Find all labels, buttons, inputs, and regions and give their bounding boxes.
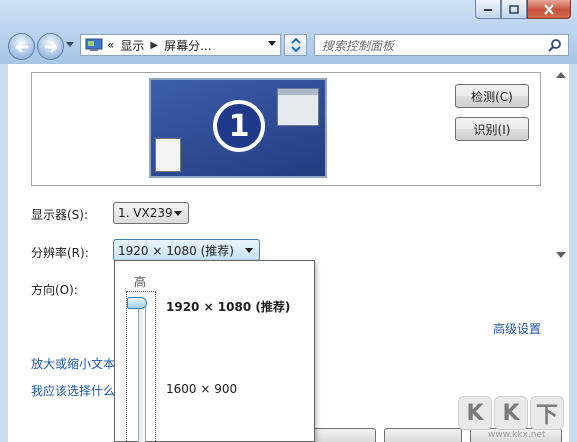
scroll-up-icon[interactable] [556, 72, 566, 78]
advanced-settings-link[interactable]: 高级设置 [493, 320, 541, 337]
refresh-icon [290, 38, 301, 52]
address-bar[interactable]: « 显示 ▶ 屏幕分... [80, 34, 281, 56]
search-icon[interactable] [548, 38, 562, 52]
resolution-option[interactable]: 1600 × 900 [166, 382, 237, 396]
breadcrumb-separator-icon[interactable]: ▶ [150, 40, 158, 51]
refresh-button[interactable] [284, 34, 307, 56]
monitor-thumbnail[interactable]: 1 [149, 78, 327, 178]
resolution-slider-popup: 高 1920 × 1080 (推荐) 1600 × 900 [114, 260, 315, 442]
close-button[interactable] [527, 0, 571, 19]
address-dropdown-icon[interactable] [268, 41, 276, 47]
watermark-letter: K [494, 396, 528, 430]
history-dropdown-icon[interactable] [66, 42, 74, 48]
close-icon [544, 3, 554, 15]
watermark-letter: K [458, 396, 492, 430]
maximize-icon [509, 4, 519, 14]
site-watermark-logo: K K 下 www.kkx.net [458, 386, 574, 440]
resolution-option[interactable]: 1920 × 1080 (推荐) [166, 298, 290, 315]
slider-thumb[interactable] [127, 297, 147, 309]
breadcrumb-overflow[interactable]: « [107, 38, 114, 52]
scroll-down-icon[interactable] [556, 252, 566, 258]
display-select[interactable]: 1. VX239 [113, 202, 189, 224]
text-size-link[interactable]: 放大或缩小文本 [31, 355, 115, 372]
display-select-value: 1. VX239 [118, 206, 173, 220]
chevron-down-icon [174, 211, 182, 216]
identify-button[interactable]: 识别(I) [455, 117, 529, 141]
forward-button[interactable] [37, 33, 64, 60]
search-input[interactable]: 搜索控制面板 [314, 34, 569, 56]
cancel-button[interactable] [384, 428, 462, 442]
arrow-right-icon [44, 40, 58, 53]
arrow-left-icon [14, 40, 28, 53]
control-panel-icon [85, 38, 103, 51]
mini-document-icon [155, 138, 181, 172]
breadcrumb-display[interactable]: 显示 [120, 37, 144, 54]
slider-track-frame [126, 291, 156, 442]
display-label: 显示器(S): [31, 208, 89, 222]
chevron-down-icon [245, 248, 253, 253]
choose-settings-link[interactable]: 我应该选择什么 [31, 382, 115, 399]
orientation-label: 方向(O): [31, 283, 78, 297]
ok-button[interactable] [312, 428, 376, 442]
resolution-label: 分辨率(R): [31, 246, 89, 260]
back-button[interactable] [8, 33, 35, 60]
watermark-url: www.kkx.net [488, 430, 546, 440]
search-placeholder: 搜索控制面板 [322, 38, 395, 53]
watermark-letter: 下 [530, 396, 564, 430]
detect-button[interactable]: 检测(C) [455, 84, 529, 108]
minimize-icon [484, 9, 492, 11]
window-controls [475, 0, 571, 19]
monitor-number: 1 [217, 104, 261, 148]
resolution-select-value: 1920 × 1080 (推荐) [118, 243, 234, 258]
monitor-number-badge: 1 [213, 100, 265, 152]
resolution-select[interactable]: 1920 × 1080 (推荐) [113, 239, 260, 261]
maximize-button[interactable] [501, 0, 527, 19]
slider-track[interactable] [138, 304, 146, 442]
mini-window-icon [277, 88, 319, 126]
slider-high-label: 高 [134, 275, 147, 289]
minimize-button[interactable] [475, 0, 501, 19]
breadcrumb-screen-resolution[interactable]: 屏幕分... [164, 37, 211, 54]
